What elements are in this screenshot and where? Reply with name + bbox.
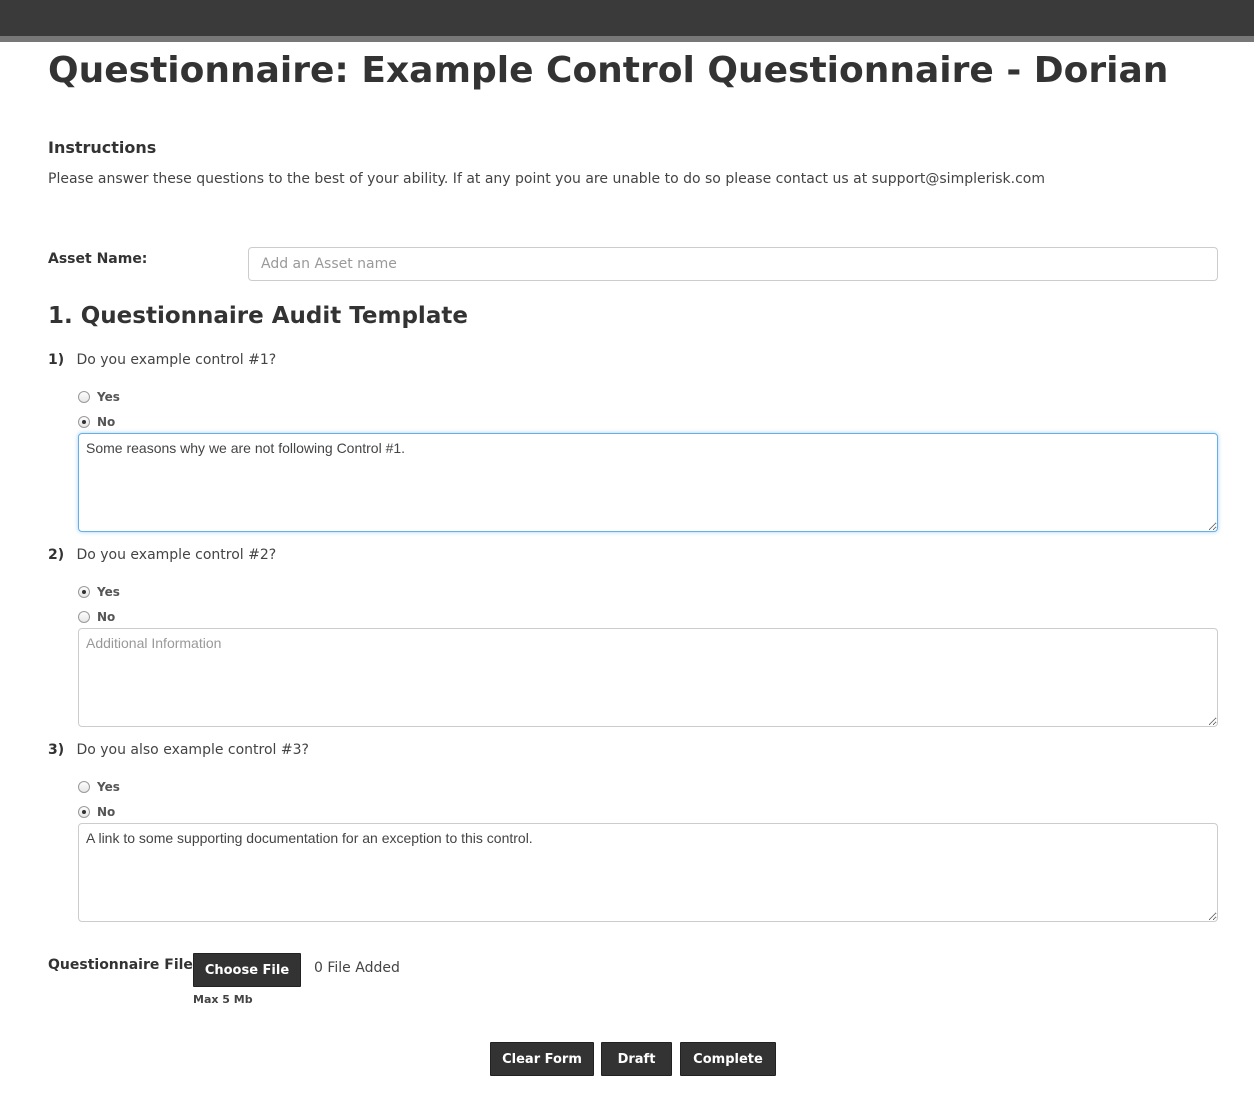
question-2-answer[interactable] bbox=[78, 628, 1218, 727]
asset-name-input[interactable] bbox=[248, 247, 1218, 281]
option-label: Yes bbox=[97, 585, 120, 599]
option-label: No bbox=[97, 805, 116, 819]
radio-button-icon[interactable] bbox=[78, 611, 90, 623]
questionnaire-files-label: Questionnaire Files: bbox=[48, 957, 207, 973]
max-file-size-note: Max 5 Mb bbox=[193, 993, 253, 1006]
radio-button-checked-icon[interactable] bbox=[78, 806, 90, 818]
radio-button-checked-icon[interactable] bbox=[78, 586, 90, 598]
question-text: Do you also example control #3? bbox=[76, 742, 309, 758]
question-2-option-yes[interactable]: Yes bbox=[78, 584, 120, 600]
option-label: Yes bbox=[97, 780, 120, 794]
choose-file-button[interactable]: Choose File bbox=[193, 953, 301, 987]
complete-button[interactable]: Complete bbox=[680, 1042, 776, 1076]
question-3: 3) Do you also example control #3? bbox=[48, 742, 309, 758]
question-number: 3) bbox=[48, 742, 65, 758]
question-1: 1) Do you example control #1? bbox=[48, 352, 276, 368]
instructions-heading: Instructions bbox=[48, 138, 157, 157]
question-1-option-yes[interactable]: Yes bbox=[78, 389, 120, 405]
draft-button[interactable]: Draft bbox=[601, 1042, 672, 1076]
radio-button-checked-icon[interactable] bbox=[78, 416, 90, 428]
question-number: 2) bbox=[48, 547, 65, 563]
page-title: Questionnaire: Example Control Questionn… bbox=[48, 50, 1169, 91]
asset-name-label: Asset Name: bbox=[48, 251, 148, 267]
section-heading: 1. Questionnaire Audit Template bbox=[48, 303, 468, 329]
question-1-option-no[interactable]: No bbox=[78, 414, 115, 430]
question-1-answer[interactable]: Some reasons why we are not following Co… bbox=[78, 433, 1218, 532]
question-2-option-no[interactable]: No bbox=[78, 609, 115, 625]
radio-button-icon[interactable] bbox=[78, 781, 90, 793]
question-3-option-no[interactable]: No bbox=[78, 804, 115, 820]
option-label: No bbox=[97, 415, 116, 429]
option-label: Yes bbox=[97, 390, 120, 404]
question-2: 2) Do you example control #2? bbox=[48, 547, 276, 563]
file-count-text: 0 File Added bbox=[314, 960, 400, 976]
question-3-option-yes[interactable]: Yes bbox=[78, 779, 120, 795]
question-text: Do you example control #1? bbox=[76, 352, 277, 368]
question-text: Do you example control #2? bbox=[76, 547, 277, 563]
top-navigation-bar bbox=[0, 0, 1254, 36]
clear-form-button[interactable]: Clear Form bbox=[490, 1042, 594, 1076]
top-bar-divider bbox=[0, 36, 1254, 42]
question-number: 1) bbox=[48, 352, 65, 368]
question-3-answer[interactable]: A link to some supporting documentation … bbox=[78, 823, 1218, 922]
instructions-text: Please answer these questions to the bes… bbox=[48, 171, 1045, 187]
option-label: No bbox=[97, 610, 116, 624]
radio-button-icon[interactable] bbox=[78, 391, 90, 403]
